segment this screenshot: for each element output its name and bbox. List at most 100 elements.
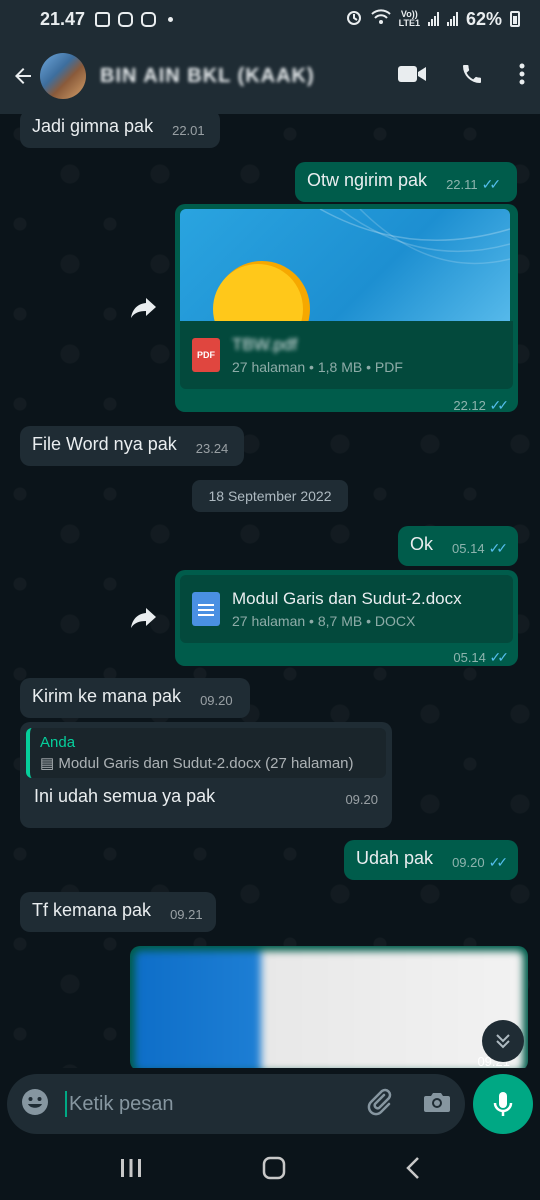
back-arrow-icon[interactable] [8,61,38,91]
message-text: Kirim ke mana pak [32,686,182,706]
message-text: File Word nya pak [32,434,177,454]
alarm-icon [345,8,363,31]
read-ticks-icon: ✓✓ [489,649,510,665]
message-meta: 09.20 ✓✓ [452,854,509,871]
message-incoming[interactable]: Tf kemana pak 09.21 [20,892,216,932]
message-incoming-reply[interactable]: Anda ▤ Modul Garis dan Sudut-2.docx (27 … [20,722,392,828]
signal-icon-2 [446,12,458,26]
document-small-icon: ▤ [40,755,59,772]
read-ticks-icon: ✓✓ [489,397,510,413]
document-message-docx[interactable]: Modul Garis dan Sudut-2.docx 27 halaman … [175,570,518,666]
message-time: 23.24 [195,441,229,456]
message-time: 22.11 [446,177,478,192]
read-ticks-icon: ✓✓ [488,854,509,870]
message-meta: 22.11 ✓✓ [446,176,502,193]
document-name: Modul Garis dan Sudut-2.docx [232,589,462,608]
message-meta: 22.12 ✓✓ [180,389,513,416]
message-incoming[interactable]: Jadi gimna pak 22.01 [20,114,220,148]
doc-info: TBW.pdf 27 halaman • 1,8 MB • PDF [232,335,403,375]
contact-name[interactable]: BIN AIN BKL (KAAK) [100,65,315,88]
signal-icon-1 [427,12,439,26]
back-button[interactable] [406,1156,420,1185]
document-meta: 27 halaman • 1,8 MB • PDF [232,359,403,375]
image-thumbnail[interactable] [135,951,523,1068]
pdf-file-info[interactable]: PDF TBW.pdf 27 halaman • 1,8 MB • PDF [180,321,513,389]
message-text: Otw ngirim pak [307,170,428,190]
voice-call-icon[interactable] [460,62,484,91]
status-bar: 21.47 Vo)) LTE1 62% [0,0,540,38]
read-ticks-icon: ✓✓ [481,176,502,192]
volte-indicator: Vo)) LTE1 [399,10,420,28]
input-bar [0,1068,540,1140]
chat-area[interactable]: Jadi gimna pak 22.01 Otw ngirim pak 22.1… [0,114,540,1068]
camera-icon[interactable] [423,1090,451,1119]
forward-icon[interactable] [124,288,164,328]
document-name: TBW.pdf [232,335,298,354]
gallery-notification-icon [95,11,111,27]
message-outgoing[interactable]: Udah pak 09.20 ✓✓ [344,840,518,880]
notification-icons [95,11,174,27]
message-text: Ok [410,534,434,554]
date-separator: 18 September 2022 [192,480,348,512]
message-outgoing[interactable]: Ok 05.14 ✓✓ [398,526,518,566]
quote-text: Modul Garis dan Sudut-2.docx (27 halaman… [58,755,354,772]
system-icons: Vo)) LTE1 62% [345,8,520,31]
message-input-container[interactable] [7,1074,465,1134]
instagram-notification-icon [118,11,134,27]
chat-header: BIN AIN BKL (KAAK) [0,38,540,114]
input-actions [365,1088,451,1121]
recent-apps-button[interactable] [120,1158,142,1183]
emoji-icon[interactable] [21,1088,49,1121]
document-message-pdf[interactable]: PDF TBW.pdf 27 halaman • 1,8 MB • PDF 22… [175,204,518,413]
message-time: 09.21 [170,907,203,922]
voice-message-button[interactable] [473,1074,533,1134]
message-meta: 05.14 ✓✓ [452,540,509,557]
battery-icon [510,11,520,27]
home-button[interactable] [262,1156,286,1185]
pdf-preview-thumbnail[interactable] [180,209,510,321]
message-time: 09.20 [452,855,485,870]
more-options-icon[interactable] [518,62,526,91]
docx-file-info[interactable]: Modul Garis dan Sudut-2.docx 27 halaman … [180,575,513,643]
message-text: Udah pak [356,848,434,868]
message-incoming[interactable]: File Word nya pak 23.24 [20,426,244,466]
message-text: Ini udah semua ya pak [34,786,216,806]
docx-file-icon [192,592,220,626]
double-chevron-down-icon [496,1034,510,1049]
read-ticks-icon: ✓✓ [488,540,509,556]
battery-percent: 62% [465,8,502,29]
message-time: 09.20 [345,792,378,807]
message-input[interactable] [69,1092,339,1116]
message-meta: 05.14 ✓✓ [180,643,513,668]
message-time: 09.20 [200,693,233,708]
header-actions [398,62,526,91]
system-navigation-bar [0,1140,540,1200]
image-message[interactable]: 09.21 [130,946,528,1068]
instagram-notification-icon [141,11,157,27]
message-text: Tf kemana pak [32,900,152,920]
microphone-icon [493,1092,513,1116]
lte-label: LTE1 [398,18,420,28]
message-text: Jadi gimna pak [32,116,154,136]
reply-body: Ini udah semua ya pak 09.20 [26,786,386,807]
text-caret [65,1091,67,1117]
more-notifications-icon [168,16,174,22]
attachment-icon[interactable] [365,1088,393,1121]
forward-icon[interactable] [124,598,164,638]
doc-info: Modul Garis dan Sudut-2.docx 27 halaman … [232,589,462,629]
message-time: 05.14 [452,541,485,556]
message-time: 05.14 [453,650,486,665]
document-meta: 27 halaman • 8,7 MB • DOCX [232,613,416,629]
wifi-icon [370,8,391,30]
message-outgoing[interactable]: Otw ngirim pak 22.11 ✓✓ [295,162,517,202]
message-time: 22.12 [453,398,486,413]
quoted-message[interactable]: Anda ▤ Modul Garis dan Sudut-2.docx (27 … [26,728,386,778]
message-time: 22.01 [172,123,205,138]
pdf-file-icon: PDF [192,338,220,372]
quote-content: ▤ Modul Garis dan Sudut-2.docx (27 halam… [40,754,376,772]
contact-avatar[interactable] [40,53,86,99]
scroll-to-bottom-button[interactable] [482,1020,524,1062]
video-call-icon[interactable] [398,64,426,89]
status-time: 21.47 [40,8,86,29]
message-incoming[interactable]: Kirim ke mana pak 09.20 [20,678,250,718]
